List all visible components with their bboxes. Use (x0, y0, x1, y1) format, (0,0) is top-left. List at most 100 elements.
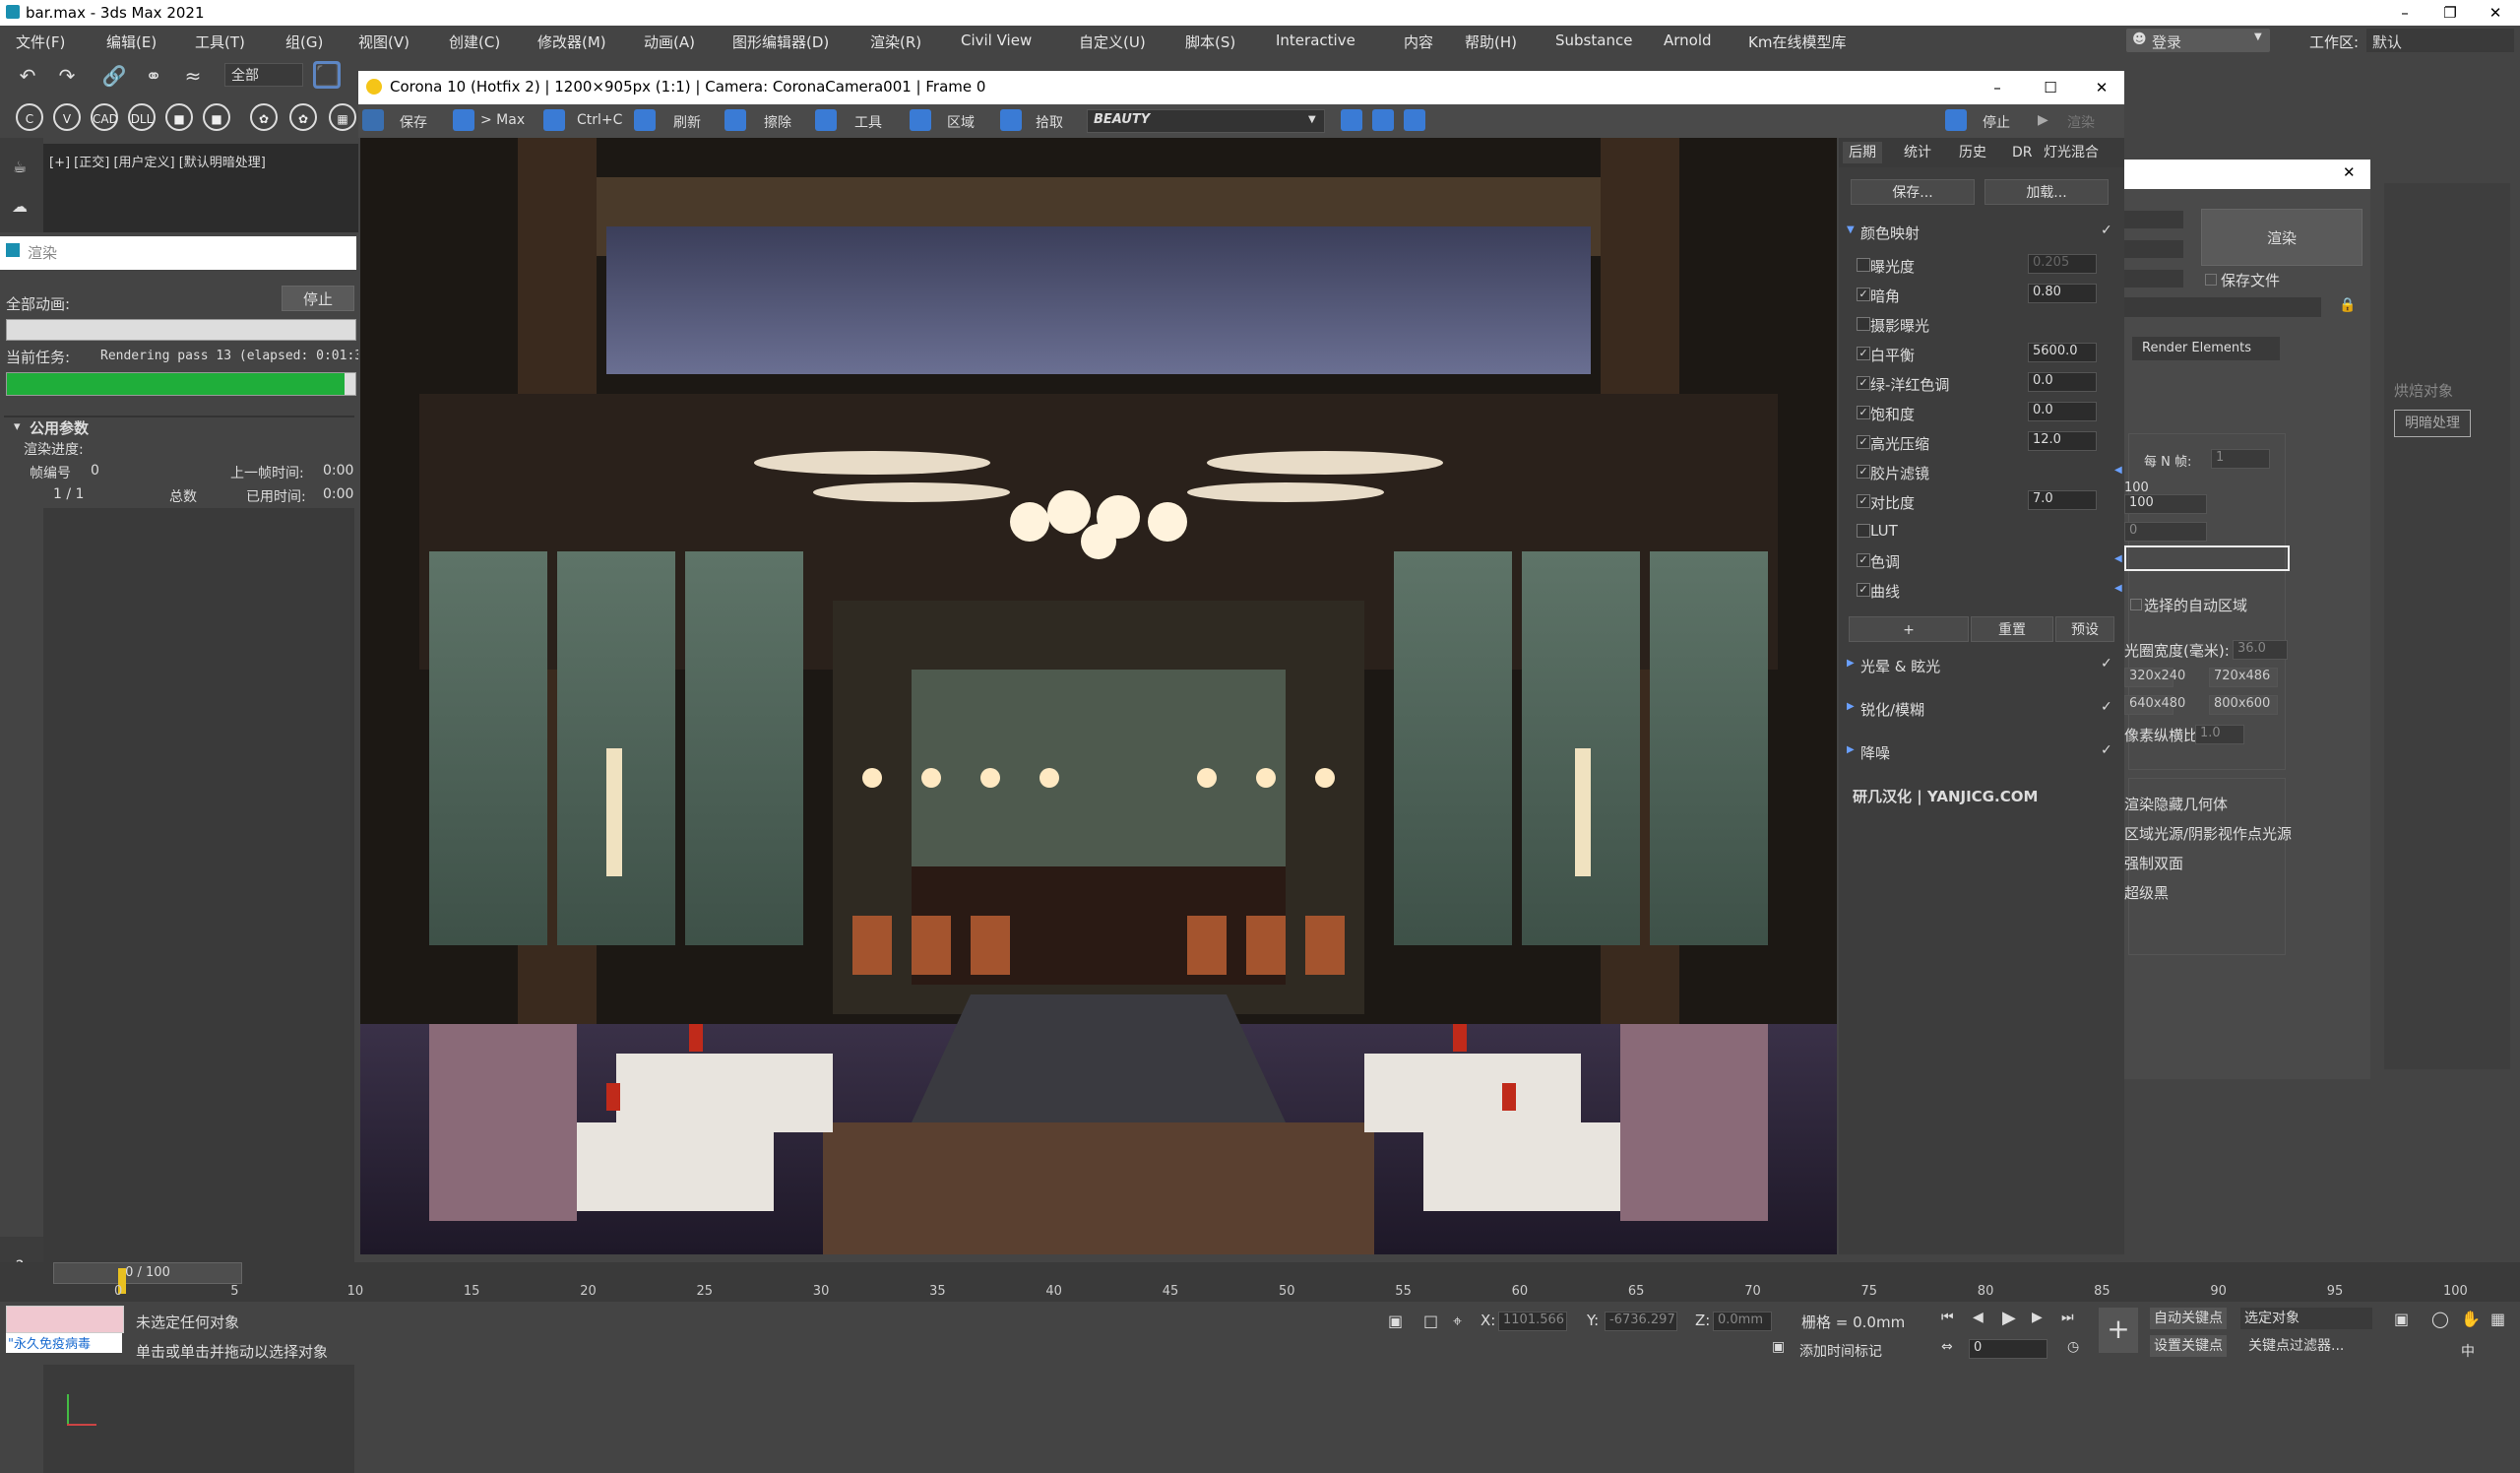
collapse-icon[interactable]: ▾ (14, 419, 21, 434)
add-time-tag[interactable]: 添加时间标记 (1799, 1341, 1882, 1361)
res-preset-3[interactable]: 640x480 (2124, 695, 2185, 715)
denoise-header[interactable]: 降噪 (1860, 742, 1890, 763)
tonemap-row[interactable]: ✓ 饱和度 0.0 (1857, 400, 2114, 425)
add-operator-button[interactable]: + (1849, 616, 1969, 642)
cloud-icon[interactable]: ☁ (6, 193, 33, 221)
expand-icon[interactable]: ▼ (1847, 224, 1855, 235)
file-number-field[interactable]: 0 (2124, 522, 2207, 542)
vfb-region-button[interactable]: 区域 (947, 112, 975, 132)
menu-content[interactable]: 内容 (1404, 32, 1433, 52)
vfb-tools-button[interactable]: 工具 (854, 112, 882, 132)
time-slider[interactable]: 0 / 100 (53, 1262, 242, 1284)
goto-end-icon[interactable]: ⏭ (2061, 1310, 2074, 1325)
tonemap-checkbox[interactable]: ✓ (1857, 435, 1870, 449)
bind-spacewarp-icon[interactable]: ≈ (179, 62, 207, 90)
tonemap-checkbox[interactable] (1857, 258, 1870, 272)
tonemap-row[interactable]: LUT (1857, 518, 2114, 544)
expand-arrow-icon[interactable]: ◀ (2114, 583, 2122, 594)
cad-icon[interactable]: CAD (91, 103, 118, 131)
menu-create[interactable]: 创建(C) (449, 32, 500, 52)
save-file-checkbox[interactable] (2205, 274, 2217, 286)
maximize-button[interactable]: ❐ (2427, 0, 2473, 26)
dll-icon[interactable]: DLL (128, 103, 156, 131)
tonemap-checkbox[interactable]: ✓ (1857, 465, 1870, 479)
menu-view[interactable]: 视图(V) (358, 32, 410, 52)
transform-mode-icon[interactable]: ⌖ (1453, 1312, 1462, 1331)
sharpen-header[interactable]: 锐化/模糊 (1860, 699, 1924, 720)
menu-substance[interactable]: Substance (1555, 32, 1632, 49)
set-key-button[interactable]: 设置关键点 (2150, 1335, 2227, 1357)
pixel-aspect-field[interactable]: 1.0 (2195, 725, 2244, 744)
account-dropdown[interactable]: ☻ 登录 ▼ (2126, 29, 2270, 52)
set-key-plus-button[interactable]: + (2099, 1308, 2138, 1353)
pick-frames-field[interactable] (2124, 545, 2290, 571)
zoom-in-icon[interactable] (1372, 109, 1394, 131)
close-button[interactable]: ✕ (2473, 0, 2518, 26)
tab-stats[interactable]: 统计 (1898, 142, 1937, 163)
copy-icon[interactable] (543, 109, 565, 131)
view-dropdown[interactable] (2124, 297, 2321, 317)
tonemapping-check[interactable]: ✓ (2101, 223, 2112, 238)
sharpen-check[interactable]: ✓ (2101, 699, 2112, 715)
menu-scripting[interactable]: 脚本(S) (1185, 32, 1235, 52)
post-load-button[interactable]: 加载... (1984, 179, 2109, 205)
stop-all-button[interactable]: 停止 (282, 286, 354, 311)
vfb-to-max-button[interactable]: > Max (480, 112, 525, 128)
region-icon[interactable] (910, 109, 931, 131)
time-slider-bar[interactable]: 0 / 100 (0, 1262, 358, 1284)
add-time-tag-icon[interactable]: ▣ (1772, 1339, 1785, 1355)
expand-arrow-icon[interactable]: ◀ (2114, 465, 2122, 476)
plugin-c-icon[interactable]: ✿ (250, 103, 278, 131)
menu-edit[interactable]: 编辑(E) (106, 32, 157, 52)
prev-frame-icon[interactable]: ◀ (1973, 1310, 1984, 1325)
denoise-check[interactable]: ✓ (2101, 742, 2112, 758)
render-search-field[interactable]: 渲染 (0, 236, 356, 270)
menu-modifiers[interactable]: 修改器(M) (537, 32, 606, 52)
expand-arrow-icon[interactable]: ◀ (2114, 553, 2122, 564)
menu-file[interactable]: 文件(F) (16, 32, 65, 52)
viewport-label[interactable]: [+] [正交] [用户定义] [默认明暗处理] (49, 152, 266, 170)
channel-dropdown[interactable]: BEAUTY ▼ (1087, 109, 1325, 133)
to-max-icon[interactable] (453, 109, 474, 131)
menu-customize[interactable]: 自定义(U) (1079, 32, 1146, 52)
bloom-header[interactable]: 光晕 & 眩光 (1860, 656, 1940, 676)
tonemap-value-field[interactable]: 7.0 (2028, 490, 2097, 510)
menu-arnold[interactable]: Arnold (1664, 32, 1712, 49)
auto-key-button[interactable]: 自动关键点 (2150, 1308, 2227, 1329)
tonemapping-header[interactable]: 颜色映射 (1860, 223, 1920, 243)
maxscript-listener[interactable] (6, 1306, 124, 1333)
rendered-image[interactable] (360, 138, 1837, 1254)
tonemap-row[interactable]: ✓ 胶片滤镜 ◀ (1857, 459, 2122, 484)
key-filters-button[interactable]: 关键点过滤器... (2244, 1335, 2370, 1357)
link-icon[interactable]: 🔗 (100, 62, 128, 90)
plugin-d-icon[interactable]: ✿ (289, 103, 317, 131)
expand-bloom-icon[interactable]: ▶ (1847, 658, 1855, 669)
lock-selection-icon[interactable]: □ (1423, 1312, 1438, 1330)
vfb-render-button[interactable]: 渲染 (2067, 112, 2095, 132)
range-end-field[interactable]: 100 (2124, 494, 2207, 514)
plugin-b-icon[interactable]: ■ (203, 103, 230, 131)
orbit-icon[interactable]: ◯ (2431, 1310, 2449, 1328)
redo-icon[interactable]: ↷ (53, 62, 81, 90)
selection-filter-dropdown[interactable]: 全部 (224, 63, 303, 87)
maximize-viewport-icon[interactable]: ▦ (2490, 1310, 2505, 1328)
tab-dr[interactable]: DR (2006, 142, 2039, 163)
minimize-button[interactable]: – (2382, 0, 2427, 26)
tab-lightmix[interactable]: 灯光混合 (2038, 142, 2105, 163)
menu-rendering[interactable]: 渲染(R) (870, 32, 921, 52)
expand-sharpen-icon[interactable]: ▶ (1847, 701, 1855, 712)
timeline[interactable]: 0 / 100 0 5 10 15 20 25 30 35 40 45 50 55 60 65 70 75 80… (0, 1262, 2520, 1302)
y-field[interactable]: -6736.297 (1605, 1312, 1677, 1331)
tonemap-value-field[interactable]: 0.205 (2028, 254, 2097, 274)
res-preset-4[interactable]: 800x600 (2209, 695, 2278, 715)
stop-icon[interactable] (1945, 109, 1967, 131)
tab-post[interactable]: 后期 (1843, 142, 1882, 163)
tonemap-row[interactable]: 摄影曝光 (1857, 311, 2114, 337)
menu-help[interactable]: 帮助(H) (1465, 32, 1517, 52)
vfb-clear-button[interactable]: 擦除 (764, 112, 791, 132)
time-config-icon[interactable]: ◷ (2067, 1339, 2079, 1355)
pan-icon[interactable]: ✋ (2461, 1310, 2481, 1328)
tonemap-checkbox[interactable]: ✓ (1857, 347, 1870, 360)
menu-tools[interactable]: 工具(T) (195, 32, 245, 52)
menu-animation[interactable]: 动画(A) (644, 32, 695, 52)
